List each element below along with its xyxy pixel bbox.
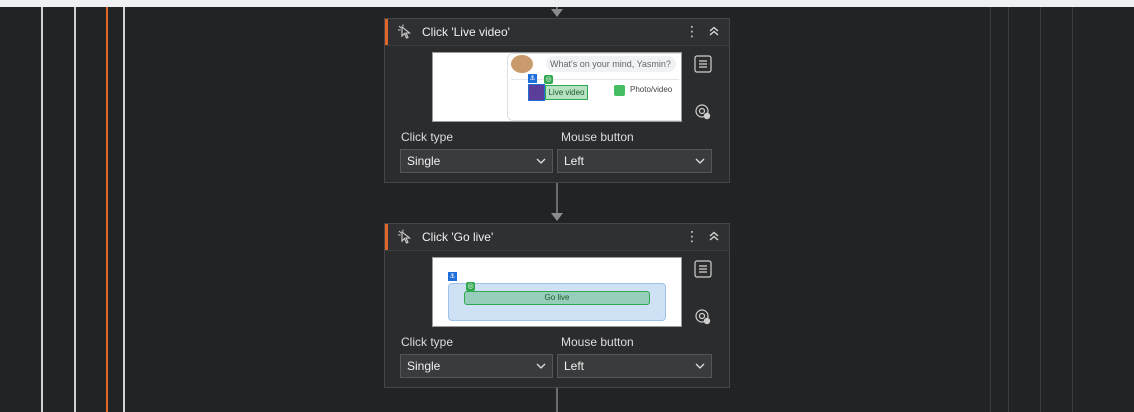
live-video-target: Live video <box>545 85 588 100</box>
lane-line <box>74 7 76 412</box>
lane-line-active <box>106 7 108 412</box>
activity-title: Click 'Live video' <box>422 25 510 39</box>
photo-icon <box>614 85 625 96</box>
click-activity-icon <box>398 229 412 244</box>
mouse-button-value: Left <box>564 359 585 373</box>
chevron-down-icon <box>695 158 705 164</box>
click-type-select[interactable]: Single <box>400 149 553 173</box>
lane-line <box>1008 7 1009 412</box>
target-screenshot[interactable]: ⚓ ◎ Go live <box>432 257 682 327</box>
mouse-button-label: Mouse button <box>561 335 634 349</box>
photo-video-label: Photo/video <box>630 85 673 94</box>
mouse-button-label: Mouse button <box>561 130 634 144</box>
target-icon: ◎ <box>466 282 475 291</box>
lane-line <box>123 7 125 412</box>
flow-connector <box>556 388 558 412</box>
lane-line <box>41 7 43 412</box>
lane-line <box>990 7 991 412</box>
flow-arrow <box>551 9 563 17</box>
properties-list-icon[interactable] <box>694 55 712 73</box>
activity-card-go-live[interactable]: Click 'Go live' ⋮ ⚓ ◎ Go live Click type <box>384 223 730 388</box>
avatar <box>511 55 533 73</box>
more-vertical-icon[interactable]: ⋮ <box>685 228 699 244</box>
chevron-double-up-icon[interactable] <box>707 229 721 243</box>
target-preview-area: ⚓ ◎ Go live <box>385 251 729 329</box>
indicate-target-icon[interactable] <box>694 103 712 121</box>
more-vertical-icon[interactable]: ⋮ <box>685 23 699 39</box>
activity-header[interactable]: Click 'Go live' ⋮ <box>385 224 729 251</box>
anchor-icon: ⚓ <box>448 272 457 281</box>
click-type-value: Single <box>407 359 441 373</box>
click-type-label: Click type <box>401 130 454 144</box>
target-preview-area: What's on your mind, Yasmin? ⚓ ◎ Live vi… <box>385 46 729 124</box>
go-live-target: Go live <box>464 291 650 305</box>
chevron-down-icon <box>536 158 546 164</box>
click-activity-icon <box>398 24 412 39</box>
click-type-label: Click type <box>401 335 454 349</box>
anchor-icon: ⚓ <box>528 74 537 83</box>
indicate-target-icon[interactable] <box>694 308 712 326</box>
activity-header[interactable]: Click 'Live video' ⋮ <box>385 19 729 46</box>
selection-accent <box>385 19 388 45</box>
activity-title: Click 'Go live' <box>422 230 494 244</box>
target-screenshot[interactable]: What's on your mind, Yasmin? ⚓ ◎ Live vi… <box>432 52 682 122</box>
properties-list-icon[interactable] <box>694 260 712 278</box>
chevron-down-icon <box>695 363 705 369</box>
chevron-double-up-icon[interactable] <box>707 24 721 38</box>
mouse-button-value: Left <box>564 154 585 168</box>
composer-prompt: What's on your mind, Yasmin? <box>546 56 676 72</box>
chevron-down-icon <box>536 363 546 369</box>
mouse-button-select[interactable]: Left <box>557 354 712 378</box>
activity-card-live-video[interactable]: Click 'Live video' ⋮ What's on your mind… <box>384 18 730 183</box>
flow-connector <box>556 183 558 213</box>
live-video-icon <box>528 84 545 101</box>
lane-line <box>1072 7 1073 412</box>
selection-accent <box>385 224 388 250</box>
click-type-value: Single <box>407 154 441 168</box>
top-strip <box>0 0 1134 7</box>
flow-arrow <box>551 213 563 221</box>
click-type-select[interactable]: Single <box>400 354 553 378</box>
mouse-button-select[interactable]: Left <box>557 149 712 173</box>
target-icon: ◎ <box>544 75 553 84</box>
lane-line <box>1040 7 1041 412</box>
